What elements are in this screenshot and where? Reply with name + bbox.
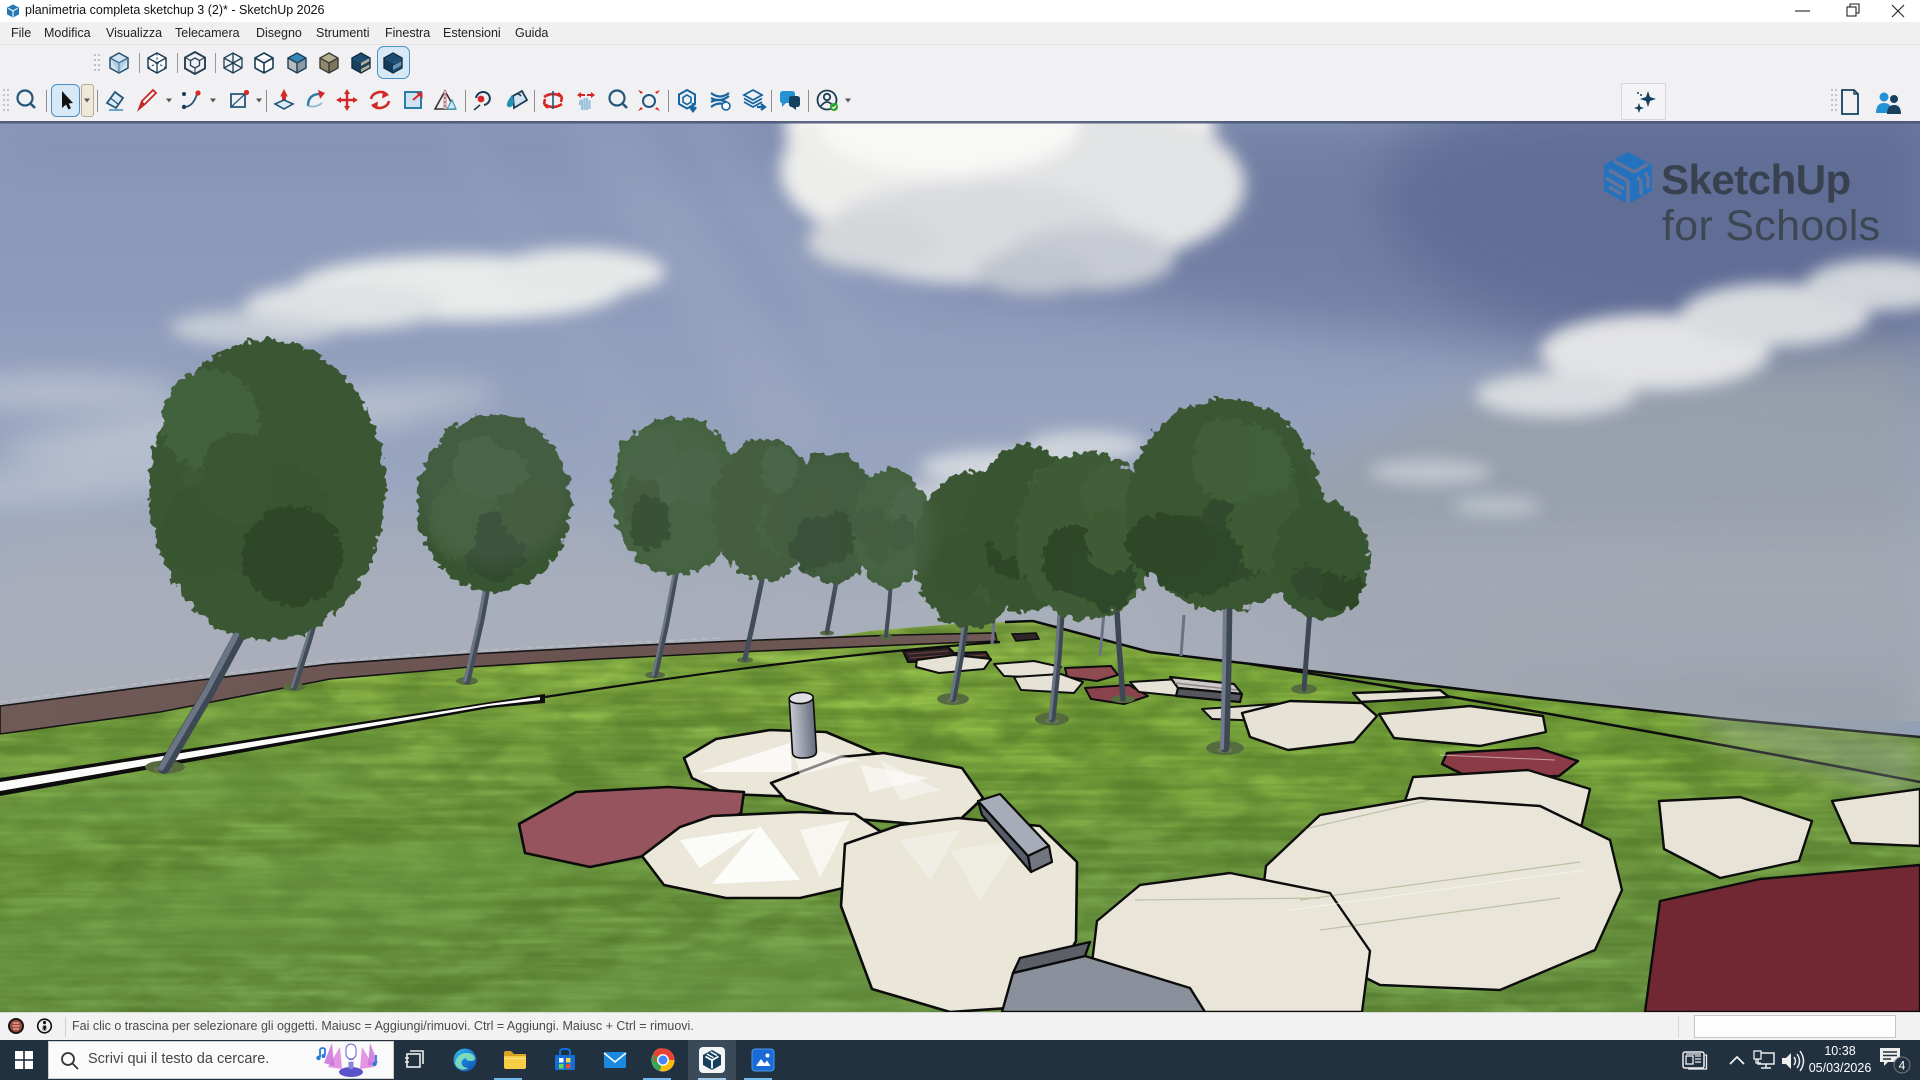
svg-text:SketchUp: SketchUp <box>1661 156 1851 203</box>
svg-text:4: 4 <box>1899 1059 1906 1073</box>
svg-text:for Schools: for Schools <box>1662 202 1880 250</box>
